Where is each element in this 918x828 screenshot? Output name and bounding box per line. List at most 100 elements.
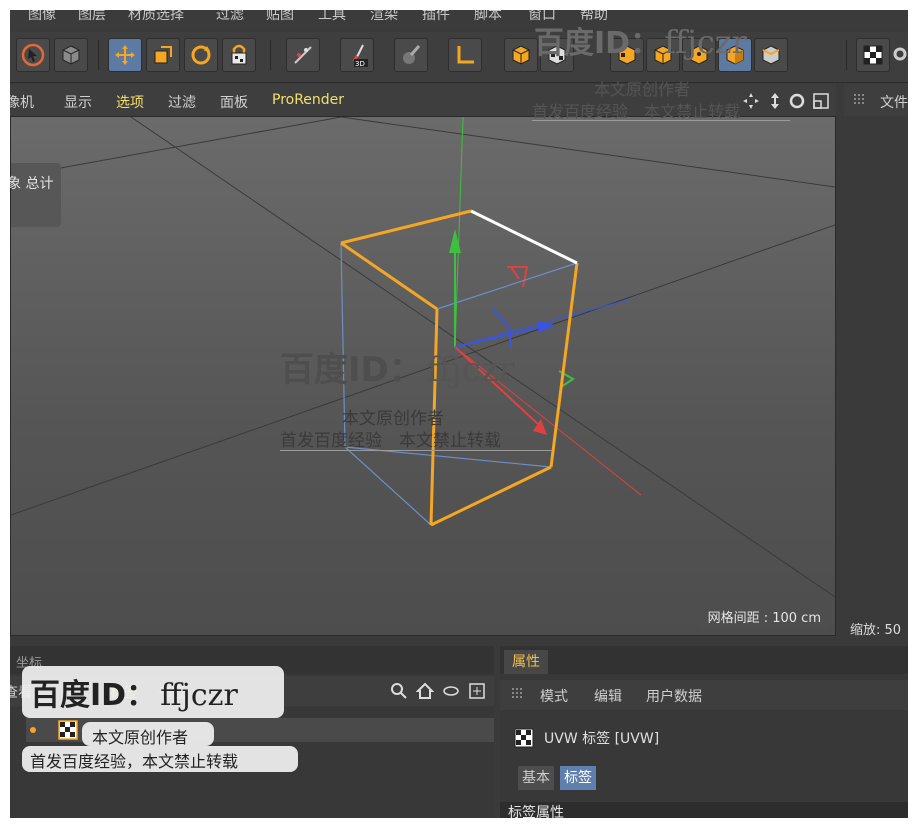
svg-text:3D: 3D <box>355 60 365 67</box>
x-axis-button[interactable] <box>286 38 320 72</box>
watermark-underline <box>280 450 552 451</box>
watermark-handle: ffjczr <box>160 678 238 713</box>
menu-item[interactable]: 材质选择 <box>128 10 184 24</box>
hud-text: 象 总计 <box>10 176 54 192</box>
watermark-line1: 本文原创作者 <box>92 728 189 747</box>
last-tool-button[interactable] <box>54 38 88 72</box>
hud-info-panel: 象 总计 <box>10 163 61 227</box>
watermark-brand: 百度ID： <box>30 678 157 713</box>
watermark-brand: 百度ID： <box>534 26 661 61</box>
watermark-line2: 首发百度经验 本文禁止转载 <box>532 102 741 121</box>
workplane-button[interactable] <box>448 38 482 72</box>
watermark-handle: ffjczr <box>427 350 515 390</box>
scale-tool-button[interactable] <box>146 38 180 72</box>
grip-icon[interactable] <box>512 688 526 702</box>
paint-tool-button[interactable] <box>394 38 428 72</box>
viewport-menu-prorender[interactable]: ProRender <box>272 92 344 108</box>
right-panel-title[interactable]: 文件 <box>880 92 908 112</box>
basic-tab-button[interactable]: 基本 <box>518 766 554 790</box>
watermark-handle: ffjczr <box>664 23 747 61</box>
menu-item[interactable]: 图像 <box>28 10 56 24</box>
watermark-line1: 本文原创作者 <box>594 80 691 99</box>
scale-icon <box>154 46 172 64</box>
attribute-mode-bar: 模式 编辑 用户数据 <box>500 680 908 710</box>
home-icon[interactable] <box>416 682 434 700</box>
lock-axis-button[interactable] <box>222 38 256 72</box>
toolbar-separator <box>98 40 99 70</box>
maximize-view-icon[interactable] <box>812 92 830 110</box>
watermark-line2: 首发百度经验 本文禁止转载 <box>280 431 501 451</box>
viewport-menu-options[interactable]: 选项 <box>116 92 144 112</box>
menu-item[interactable]: 工具 <box>318 10 346 24</box>
main-toolbar: 3D <box>10 32 908 83</box>
z-rotation-handle <box>490 306 512 348</box>
live-select-button[interactable] <box>16 38 50 72</box>
cube-edges-icon <box>762 45 780 65</box>
right-panel-header: 文件 <box>844 84 908 116</box>
edit-menu[interactable]: 编辑 <box>594 686 622 706</box>
tab-attributes[interactable]: 属性 <box>504 650 548 674</box>
new-window-icon[interactable] <box>468 682 486 700</box>
viewport-menu-filter[interactable]: 过滤 <box>168 92 196 112</box>
z-axis-arrow <box>537 321 555 333</box>
cube-icon <box>62 45 80 65</box>
move-tool-button[interactable] <box>108 38 142 72</box>
mode-menu[interactable]: 模式 <box>540 686 568 706</box>
search-icon[interactable] <box>390 682 408 700</box>
axis-lines-icon <box>294 46 312 64</box>
menu-item[interactable]: 贴图 <box>266 10 294 24</box>
viewport-menu-camera[interactable]: 像机 <box>10 92 34 112</box>
l-shape-icon <box>457 46 474 64</box>
cursor-circle-icon <box>21 43 45 67</box>
c4d-window: 图像 图层 材质选择 过滤 贴图 工具 渲染 插件 脚本 窗口 帮助 3D 像机… <box>10 10 908 818</box>
uvw-tag-icon[interactable] <box>58 720 78 740</box>
object-name: UVW 标签 [UVW] <box>544 731 660 747</box>
right-manager-panel: 文件 缩放: 50 <box>844 84 908 638</box>
tag-tab-button[interactable]: 标签 <box>560 766 596 790</box>
y-axis-line <box>454 117 464 348</box>
menu-item[interactable]: 脚本 <box>474 10 502 24</box>
texture-mode-button[interactable] <box>856 38 890 72</box>
menu-item[interactable]: 图层 <box>78 10 106 24</box>
attribute-tabs: 属性 <box>500 646 908 674</box>
watermark-line2: 首发百度经验，本文禁止转载 <box>30 752 239 771</box>
watermark-center: 百度ID： ffjczr <box>280 342 515 391</box>
toolbar-separator <box>846 40 847 70</box>
move-arrows-icon <box>115 45 135 65</box>
visibility-dot-icon[interactable] <box>30 727 36 733</box>
x-rotation-handle <box>507 266 529 288</box>
toolbar-separator <box>270 40 271 70</box>
section-title: 标签属性 <box>508 805 564 818</box>
attribute-manager: 属性 模式 编辑 用户数据 UVW 标签 [UVW] 基本 标签 标签属性 <box>500 646 908 818</box>
menu-item[interactable]: 插件 <box>422 10 450 24</box>
watermark-bottom: 百度ID： ffjczr <box>30 670 238 714</box>
pan-view-icon[interactable] <box>742 92 760 110</box>
rotate-icon <box>191 45 211 65</box>
grid-spacing-readout: 网格间距 : 100 cm <box>699 604 829 629</box>
paint-icon <box>403 45 421 64</box>
filter-icon[interactable] <box>442 682 460 700</box>
gear-icon[interactable] <box>892 46 908 62</box>
main-menu-bar: 图像 图层 材质选择 过滤 贴图 工具 渲染 插件 脚本 窗口 帮助 <box>10 10 908 30</box>
watermark-brand: 百度ID： <box>280 350 423 390</box>
viewport-menu-panel[interactable]: 面板 <box>220 92 248 112</box>
menu-item[interactable]: 过滤 <box>216 10 244 24</box>
rotate-tool-button[interactable] <box>184 38 218 72</box>
attribute-object-row: UVW 标签 [UVW] <box>500 722 908 752</box>
checker-cube-icon <box>512 45 530 65</box>
brush-3d-icon: 3D <box>352 44 368 67</box>
rotate-view-icon[interactable] <box>788 92 806 110</box>
render-3d-button[interactable]: 3D <box>340 38 374 72</box>
mode-button[interactable] <box>504 38 538 72</box>
checkerboard-icon <box>863 45 883 65</box>
zoom-readout: 缩放: 50 <box>850 623 902 638</box>
dolly-view-icon[interactable] <box>766 92 784 110</box>
uvw-tag-icon <box>514 728 534 748</box>
viewport-menu-display[interactable]: 显示 <box>64 92 92 112</box>
edge-mode-button[interactable] <box>754 38 788 72</box>
grip-icon[interactable] <box>854 94 868 108</box>
user-data-menu[interactable]: 用户数据 <box>646 686 702 706</box>
menu-item[interactable]: 渲染 <box>370 10 398 24</box>
tag-properties-header[interactable]: 标签属性 <box>500 802 908 818</box>
watermark-top: 百度ID： ffjczr <box>534 18 747 62</box>
